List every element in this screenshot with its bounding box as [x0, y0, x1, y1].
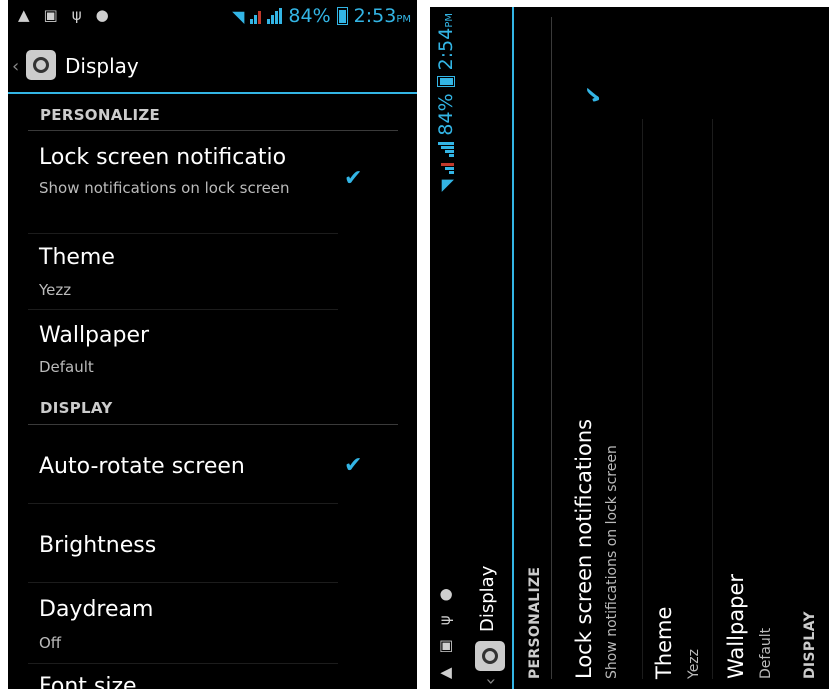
signal-icon — [438, 162, 454, 174]
gamepad-icon: ● — [95, 6, 109, 24]
warning-icon: ▲ — [436, 667, 454, 679]
item-title: Font size — [39, 674, 137, 689]
item-title: Lock screen notificatio — [39, 145, 287, 170]
divider — [642, 119, 643, 679]
wifi-icon: ◥ — [436, 179, 456, 192]
settings-app-icon[interactable] — [475, 641, 505, 671]
section-header-personalize: PERSONALIZE — [40, 106, 161, 124]
clock: 2:53PM — [353, 5, 411, 27]
page-title: Display — [477, 565, 498, 632]
usb-icon: ψ — [436, 615, 454, 626]
clock: 2:54PM — [435, 13, 457, 71]
item-title: Theme — [39, 245, 115, 270]
image-icon: ▣ — [436, 639, 454, 654]
divider — [28, 424, 398, 425]
item-summary: Off — [39, 634, 62, 652]
action-bar: ‹ Display — [8, 40, 417, 94]
section-header-display: DISPLAY — [802, 611, 818, 679]
checkbox-checked-icon[interactable]: ✔ — [582, 86, 607, 104]
wifi-icon: ◥ — [232, 6, 245, 26]
signal-icon — [438, 141, 454, 157]
section-header-personalize: PERSONALIZE — [527, 566, 543, 679]
settings-app-icon[interactable] — [26, 50, 56, 80]
battery-percent: 84% — [435, 93, 457, 136]
battery-percent: 84% — [288, 5, 331, 27]
item-summary: Default — [758, 627, 774, 679]
item-title: Daydream — [39, 597, 154, 622]
battery-icon — [437, 76, 455, 88]
item-title: Theme — [652, 606, 676, 679]
back-chevron-icon[interactable]: ‹ — [12, 56, 19, 77]
item-title: Lock screen notifications — [572, 418, 596, 679]
item-summary: Show notifications on lock screen — [39, 179, 290, 197]
divider — [28, 503, 338, 504]
divider — [28, 582, 338, 583]
divider — [28, 309, 338, 310]
item-title: Wallpaper — [724, 573, 748, 679]
divider — [28, 130, 398, 131]
section-header-display: DISPLAY — [40, 399, 113, 417]
battery-icon — [336, 7, 348, 25]
action-bar: ‹ Display — [468, 7, 514, 689]
page-title: Display — [65, 54, 139, 78]
item-title: Brightness — [39, 533, 157, 558]
back-chevron-icon[interactable]: ‹ — [480, 678, 501, 685]
item-summary: Yezz — [39, 281, 72, 299]
usb-icon: ψ — [71, 6, 82, 24]
divider — [551, 17, 552, 679]
signal-icon — [267, 8, 283, 24]
item-title: Wallpaper — [39, 323, 150, 348]
status-bar: ▲ ▣ ψ ● ◥ 84% 2:53PM — [8, 0, 417, 34]
gamepad-icon: ● — [436, 588, 454, 602]
divider — [712, 119, 713, 679]
image-icon: ▣ — [43, 6, 58, 24]
checkbox-checked-icon[interactable]: ✔ — [344, 166, 362, 191]
signal-icon — [250, 8, 262, 24]
warning-icon: ▲ — [18, 6, 30, 24]
divider — [28, 663, 338, 664]
item-title: Auto-rotate screen — [39, 454, 245, 479]
portrait-screen: ▲ ▣ ψ ● ◥ 84% 2:53PM ‹ Display PERSONALI… — [8, 0, 417, 689]
divider — [28, 233, 338, 234]
item-summary: Default — [39, 358, 94, 376]
checkbox-checked-icon[interactable]: ✔ — [344, 453, 362, 478]
rotated-screen: ▲ ▣ ψ ● ◥ 84% 2:54PM ‹ Display PERSONALI… — [430, 7, 829, 689]
status-bar: ▲ ▣ ψ ● ◥ 84% 2:54PM — [430, 7, 464, 689]
item-summary: Yezz — [686, 648, 702, 679]
item-summary: Show notifications on lock screen — [604, 445, 620, 679]
